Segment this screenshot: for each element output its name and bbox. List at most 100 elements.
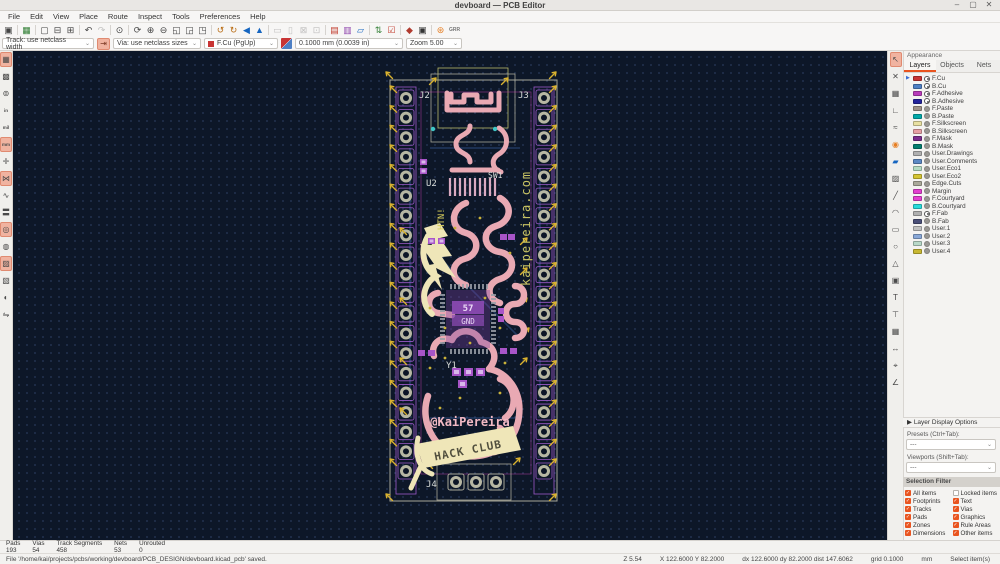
pad[interactable]: [403, 350, 409, 356]
filter-all-items[interactable]: ✓All items: [905, 489, 952, 497]
pad[interactable]: [541, 429, 547, 435]
drc-warning-arrow-icon[interactable]: [390, 184, 397, 191]
visibility-off-icon[interactable]: [924, 226, 930, 232]
drc-warning-arrow-icon[interactable]: [550, 322, 557, 329]
visibility-off-icon[interactable]: [924, 106, 930, 112]
drc-warning-arrow-icon[interactable]: [390, 322, 397, 329]
pad[interactable]: [541, 193, 547, 199]
layer-row-b-adhesive[interactable]: B.Adhesive: [906, 98, 1000, 106]
menu-route[interactable]: Route: [103, 11, 133, 23]
visibility-off-icon[interactable]: [924, 241, 930, 247]
draw-polygon-tool[interactable]: △: [890, 256, 902, 271]
layer-color-swatch[interactable]: [913, 159, 922, 164]
visibility-off-icon[interactable]: [924, 121, 930, 127]
layer-color-swatch[interactable]: [913, 129, 922, 134]
filter-locked-items[interactable]: Locked items: [953, 489, 1000, 497]
layer-row-f-fab[interactable]: F.Fab: [906, 210, 1000, 218]
zoom-dropdown[interactable]: Zoom 5.00⌄: [406, 38, 462, 49]
menu-tools[interactable]: Tools: [167, 11, 195, 23]
draw-arc-tool[interactable]: ◠: [890, 205, 902, 220]
drc-warning-arrow-icon[interactable]: [390, 282, 397, 289]
pad[interactable]: [403, 429, 409, 435]
layer-color-swatch[interactable]: [913, 121, 922, 126]
layer-color-swatch[interactable]: [913, 181, 922, 186]
table-tool[interactable]: ▦: [890, 324, 902, 339]
layer-row-b-silkscreen[interactable]: B.Silkscreen: [906, 128, 1000, 136]
drc-warning-arrow-icon[interactable]: [390, 204, 397, 211]
drc-warning-arrow-icon[interactable]: [550, 380, 557, 387]
refresh-button[interactable]: ⟳: [131, 24, 144, 36]
visibility-off-icon[interactable]: [924, 166, 930, 172]
grid-dots-toggle[interactable]: ▩: [0, 69, 12, 84]
units-inches-button[interactable]: in: [0, 103, 12, 118]
pad[interactable]: [541, 350, 547, 356]
via-outline-toggle[interactable]: ◎: [0, 222, 12, 237]
grid-visibility-toggle[interactable]: ▦: [0, 52, 12, 67]
unlock-button[interactable]: ⊡: [310, 24, 323, 36]
high-contrast-toggle[interactable]: ◐: [0, 290, 12, 305]
pad[interactable]: [541, 448, 547, 454]
checkbox-checked-icon[interactable]: ✓: [953, 514, 959, 520]
zoom-selection-button[interactable]: ◳: [196, 24, 209, 36]
print-button[interactable]: ⊟: [51, 24, 64, 36]
pcb-canvas[interactable]: 57 GND HACK CLUB: [13, 51, 887, 540]
via-size-dropdown[interactable]: Via: use netclass sizes⌄: [113, 38, 201, 49]
rule-area-tool[interactable]: ▨: [890, 171, 902, 186]
crosshair-cursor-toggle[interactable]: ✛: [0, 154, 12, 169]
tab-nets[interactable]: Nets: [968, 60, 1000, 72]
checkbox-checked-icon[interactable]: ✓: [953, 522, 959, 528]
footprint-browser-button[interactable]: ▥: [341, 24, 354, 36]
place-via-tool[interactable]: ◉: [890, 137, 902, 152]
drc-warning-arrow-icon[interactable]: [550, 282, 557, 289]
layer-color-swatch[interactable]: [913, 76, 922, 81]
drc-warning-arrow-icon[interactable]: [550, 439, 557, 446]
page-settings-button[interactable]: ▢: [38, 24, 51, 36]
undo-button[interactable]: ↶: [82, 24, 95, 36]
visibility-off-icon[interactable]: [924, 218, 930, 224]
visibility-on-icon[interactable]: [924, 83, 930, 89]
menu-file[interactable]: File: [3, 11, 25, 23]
drc-warning-arrow-icon[interactable]: [390, 459, 397, 466]
drc-warning-arrow-icon[interactable]: [550, 184, 557, 191]
layer-color-swatch[interactable]: [913, 136, 922, 141]
drc-warning-arrow-icon[interactable]: [390, 145, 397, 152]
layer-color-swatch[interactable]: [913, 196, 922, 201]
layer-row-f-mask[interactable]: F.Mask: [906, 135, 1000, 143]
pad[interactable]: [541, 370, 547, 376]
grid-origin-tool[interactable]: ⌖: [890, 358, 902, 373]
pad[interactable]: [541, 311, 547, 317]
layer-row-b-fab[interactable]: B.Fab: [906, 218, 1000, 226]
layer-row-b-paste[interactable]: B.Paste: [906, 113, 1000, 121]
pad[interactable]: [403, 448, 409, 454]
ratsnest-toggle[interactable]: ⋈: [0, 171, 12, 186]
drc-warning-arrow-icon[interactable]: [521, 358, 528, 365]
drc-warning-arrow-icon[interactable]: [550, 341, 557, 348]
drc-warning-arrow-icon[interactable]: [550, 263, 557, 270]
auto-track-width-toggle[interactable]: ⇥: [97, 38, 110, 50]
zoom-objects-button[interactable]: ◲: [183, 24, 196, 36]
layer-pair-icon[interactable]: [281, 38, 292, 49]
grr-plugin-button[interactable]: GRR: [447, 24, 462, 36]
layer-color-swatch[interactable]: [913, 99, 922, 104]
filter-tracks[interactable]: ✓Tracks: [905, 505, 952, 513]
menu-help[interactable]: Help: [245, 11, 270, 23]
layer-row-user-3[interactable]: User.3: [906, 240, 1000, 248]
menu-place[interactable]: Place: [74, 11, 103, 23]
layer-row-margin[interactable]: Margin: [906, 188, 1000, 196]
layer-row-user-4[interactable]: User.4: [906, 248, 1000, 256]
drc-warning-arrow-icon[interactable]: [390, 400, 397, 407]
find-button[interactable]: ⊙: [113, 24, 126, 36]
pad[interactable]: [403, 115, 409, 121]
layer-row-f-silkscreen[interactable]: F.Silkscreen: [906, 120, 1000, 128]
filter-footprints[interactable]: ✓Footprints: [905, 497, 952, 505]
drc-warning-arrow-icon[interactable]: [550, 204, 557, 211]
layer-row-user-eco2[interactable]: User.Eco2: [906, 173, 1000, 181]
pcb-board[interactable]: 57 GND HACK CLUB: [375, 53, 590, 523]
drc-warning-arrow-icon[interactable]: [550, 361, 557, 368]
drc-warning-arrow-icon[interactable]: [390, 125, 397, 132]
pad[interactable]: [541, 291, 547, 297]
pad[interactable]: [403, 311, 409, 317]
select-tool[interactable]: ↖: [890, 52, 902, 67]
visibility-off-icon[interactable]: [924, 233, 930, 239]
menu-preferences[interactable]: Preferences: [195, 11, 245, 23]
